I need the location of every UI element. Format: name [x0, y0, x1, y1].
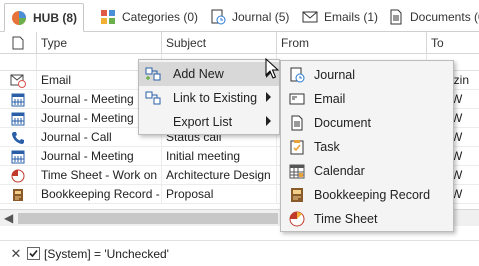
- cell-subject: Initial meeting: [161, 147, 276, 166]
- email-icon: [302, 11, 318, 23]
- tab-bar: HUB (8) Categories (0) Journal (5) Email…: [0, 0, 479, 32]
- grid-header: Type Subject From To: [0, 32, 479, 54]
- meeting-icon: [11, 150, 25, 163]
- tab-emails[interactable]: Emails (1): [296, 4, 384, 30]
- categories-icon: [101, 10, 115, 24]
- cell-subject: Architecture Design: [161, 166, 276, 185]
- tab-documents-label: Documents (0): [410, 10, 479, 24]
- bookkeeping-icon: [291, 188, 303, 202]
- bookkeeping-icon: [13, 188, 23, 201]
- add-new-submenu: Journal Email Document Task Calendar Boo…: [280, 60, 454, 232]
- meeting-icon: [11, 93, 25, 106]
- submenu-item-task[interactable]: Task: [281, 135, 453, 159]
- scroll-thumb[interactable]: [18, 213, 278, 224]
- tab-categories-label: Categories (0): [122, 10, 199, 24]
- column-subject[interactable]: Subject: [161, 32, 276, 54]
- menu-item-export-list[interactable]: Export List: [139, 110, 279, 134]
- submenu-item-label: Bookkeeping Record: [314, 188, 431, 202]
- tab-journal[interactable]: Journal (5): [204, 4, 295, 30]
- submenu-item-bookkeeping-record[interactable]: Bookkeeping Record: [281, 183, 453, 207]
- tab-hub[interactable]: HUB (8): [4, 3, 84, 32]
- submenu-item-label: Document: [314, 116, 371, 130]
- column-type[interactable]: Type: [36, 32, 161, 54]
- menu-item-label: Link to Existing: [173, 91, 258, 105]
- file-icon[interactable]: [12, 36, 24, 53]
- submenu-arrow-icon: [266, 116, 271, 126]
- tab-categories[interactable]: Categories (0): [94, 4, 204, 30]
- submenu-item-label: Journal: [314, 68, 355, 82]
- email-icon: [289, 93, 305, 105]
- submenu-item-journal[interactable]: Journal: [281, 63, 453, 87]
- journal-icon: [290, 67, 305, 83]
- phone-icon: [12, 131, 24, 144]
- task-icon: [290, 140, 304, 155]
- document-icon: [390, 9, 402, 25]
- cell-type: Journal - Meeting: [36, 147, 161, 166]
- timesheet-icon: [289, 211, 305, 227]
- filter-enabled-checkbox[interactable]: [27, 247, 40, 260]
- submenu-item-document[interactable]: Document: [281, 111, 453, 135]
- submenu-item-label: Email: [314, 92, 346, 106]
- clear-filter-icon[interactable]: ✕: [9, 246, 23, 262]
- menu-item-link-to-existing[interactable]: Link to Existing: [139, 86, 279, 110]
- menu-item-label: Export List: [173, 115, 233, 129]
- document-icon: [291, 115, 303, 131]
- submenu-item-label: Task: [314, 140, 340, 154]
- filter-text[interactable]: [System] = 'Unchecked': [44, 247, 169, 261]
- tab-emails-label: Emails (1): [324, 10, 379, 24]
- meeting-icon: [11, 112, 25, 125]
- column-from[interactable]: From: [276, 32, 426, 54]
- scroll-left-icon[interactable]: ◀: [4, 211, 13, 225]
- cell-subject: Proposal: [161, 185, 276, 204]
- cell-type: Time Sheet - Work on ...: [36, 166, 161, 185]
- filter-status-bar: ✕ [System] = 'Unchecked': [0, 240, 479, 266]
- timesheet-icon: [11, 169, 25, 182]
- add-new-icon: [145, 67, 161, 81]
- menu-item-add-new[interactable]: Add New: [139, 62, 279, 86]
- calendar-icon: [289, 164, 305, 179]
- submenu-item-label: Time Sheet: [314, 212, 378, 226]
- journal-icon: [211, 9, 226, 25]
- tab-documents[interactable]: Documents (0): [382, 4, 479, 30]
- hub-icon: [12, 10, 26, 25]
- cell-type: Bookkeeping Record - ...: [36, 185, 161, 204]
- submenu-item-calendar[interactable]: Calendar: [281, 159, 453, 183]
- link-icon: [145, 91, 161, 105]
- mouse-cursor-icon: [265, 58, 279, 79]
- column-to[interactable]: To: [426, 32, 479, 54]
- menu-item-label: Add New: [173, 67, 224, 81]
- submenu-item-time-sheet[interactable]: Time Sheet: [281, 207, 453, 231]
- email-icon: [10, 74, 26, 88]
- context-menu: Add New Link to Existing Export List: [138, 59, 280, 135]
- tab-journal-label: Journal (5): [232, 10, 290, 24]
- tab-hub-label: HUB (8): [33, 10, 77, 25]
- submenu-arrow-icon: [266, 92, 271, 102]
- submenu-item-label: Calendar: [314, 164, 365, 178]
- submenu-item-email[interactable]: Email: [281, 87, 453, 111]
